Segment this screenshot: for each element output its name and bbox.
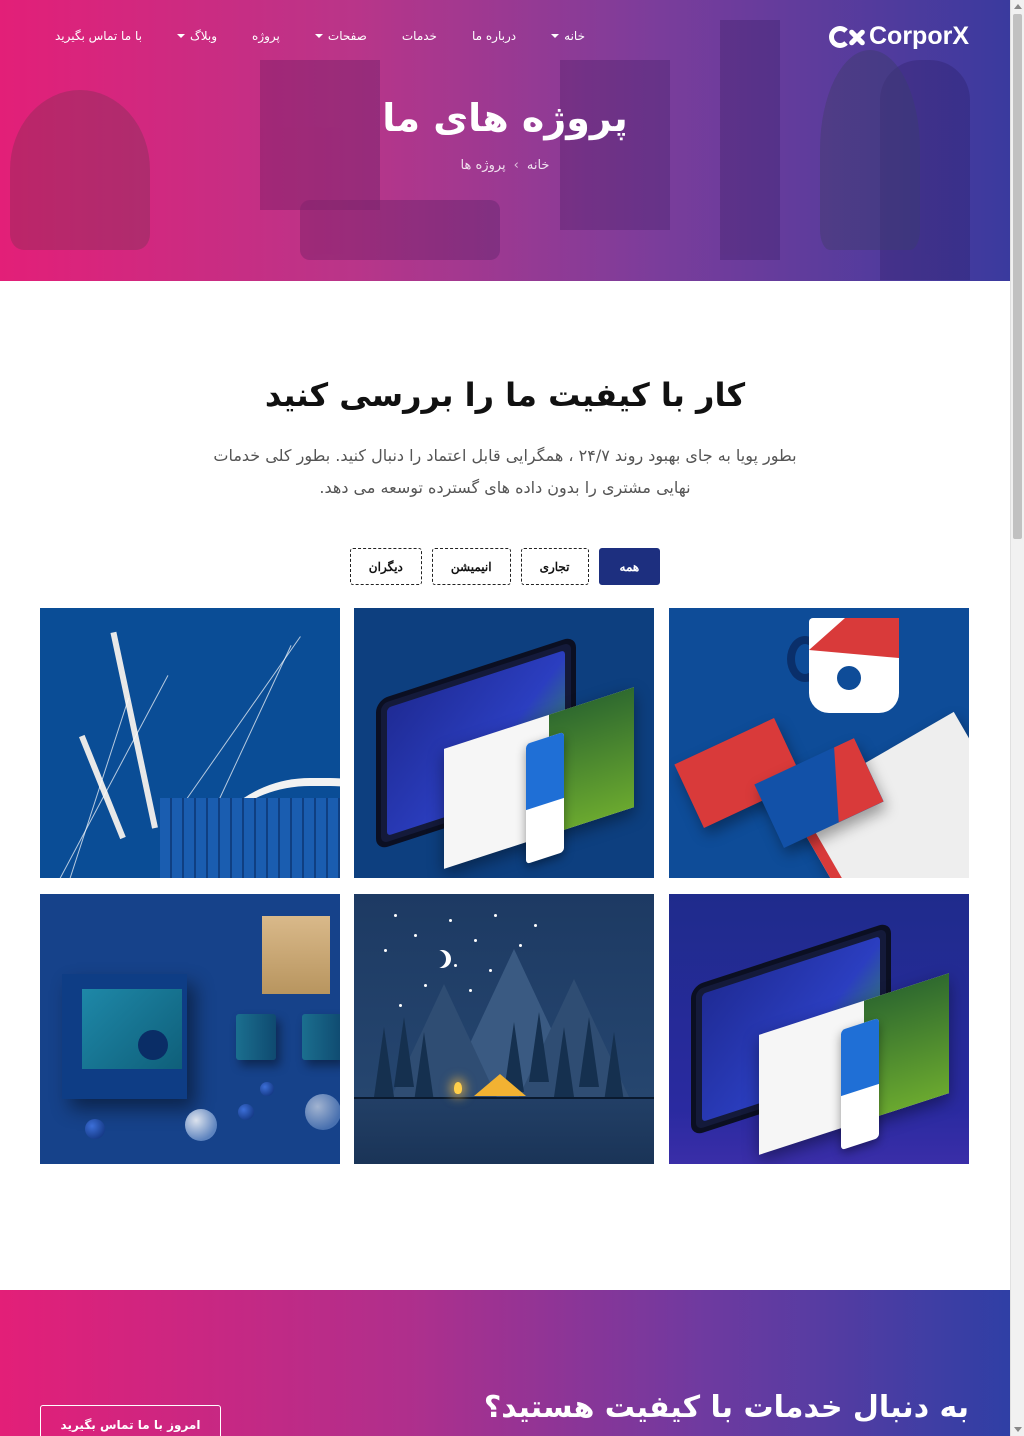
scroll-down-icon[interactable]: [1014, 1427, 1022, 1432]
nav-label: وبلاگ: [189, 29, 218, 43]
contact-today-button[interactable]: امروز با ما تماس بگیرید: [40, 1405, 221, 1436]
cta-title: به دنبال خدمات با کیفیت هستید؟: [483, 1390, 969, 1425]
page-title: پروژه های ما: [382, 96, 628, 140]
scroll-up-icon[interactable]: [1014, 4, 1022, 9]
project-filters: همه تجاری انیمیشن دیگران: [0, 548, 1010, 585]
caret-down-icon: [551, 34, 560, 38]
scrollbar-thumb[interactable]: [1013, 14, 1022, 539]
filter-commercial-button[interactable]: تجاری: [520, 548, 589, 585]
nav-item-pages[interactable]: صفحات: [314, 29, 367, 43]
logo-icon: [829, 24, 866, 50]
page-scrollbar[interactable]: [1010, 0, 1024, 1436]
breadcrumb-separator-icon: ›: [513, 158, 519, 173]
section-description: بطور پویا به جای بهبود روند ۲۴/۷ ، همگرا…: [213, 446, 797, 497]
nav-item-contact[interactable]: با ما تماس بگیرید: [55, 29, 142, 43]
filter-animation-button[interactable]: انیمیشن: [431, 548, 511, 585]
project-tile-stadium[interactable]: [40, 608, 340, 878]
nav-item-about[interactable]: درباره ما: [472, 29, 516, 43]
project-tile-stationery[interactable]: [669, 608, 969, 878]
caret-down-icon: [314, 34, 323, 38]
nav-item-blog[interactable]: وبلاگ: [176, 29, 218, 43]
cta-banner: به دنبال خدمات با کیفیت هستید؟ امروز با …: [0, 1290, 1010, 1436]
section-title: کار با کیفیت ما را بررسی کنید: [264, 376, 746, 414]
breadcrumb-home-link[interactable]: خانه: [527, 158, 550, 173]
nav-item-project[interactable]: پروژه: [252, 29, 280, 43]
filter-others-button[interactable]: دیگران: [349, 548, 422, 585]
project-tile-web-devices-2[interactable]: [669, 894, 969, 1164]
project-tile-night-camping[interactable]: [354, 894, 654, 1164]
nav-item-services[interactable]: خدمات: [402, 29, 437, 43]
nav-label: درباره ما: [472, 29, 517, 43]
nav-label: پروژه: [252, 29, 280, 43]
nav-label: با ما تماس بگیرید: [55, 29, 142, 43]
nav-label: صفحات: [327, 29, 367, 43]
brand-logo[interactable]: CorporX: [829, 22, 969, 51]
hero-banner: CorporX خانه درباره ما خدمات صفحات پروژه…: [0, 0, 1010, 281]
nav-label: خدمات: [401, 29, 437, 43]
breadcrumb-current: پروژه ها: [460, 158, 506, 173]
filter-all-button[interactable]: همه: [598, 548, 661, 585]
project-tile-packaging[interactable]: [40, 894, 340, 1164]
breadcrumb: خانه › پروژه ها: [0, 158, 1010, 173]
brand-name: CorporX: [869, 22, 969, 50]
caret-down-icon: [176, 34, 185, 38]
nav-label: خانه: [564, 29, 585, 43]
main-nav: خانه درباره ما خدمات صفحات پروژه وبلاگ ب…: [55, 26, 585, 46]
project-tile-web-devices[interactable]: [354, 608, 654, 878]
nav-item-home[interactable]: خانه: [551, 29, 585, 43]
